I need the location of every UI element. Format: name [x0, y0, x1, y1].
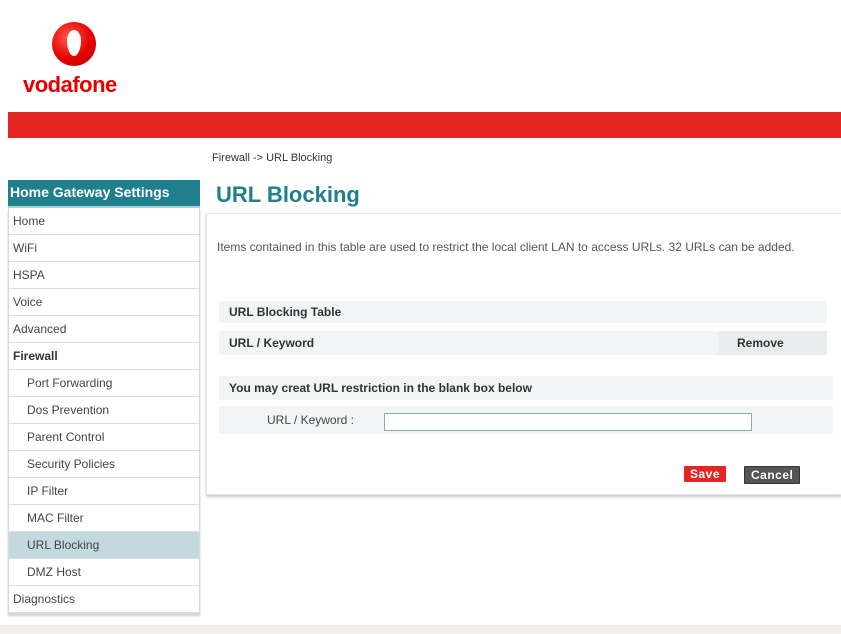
content-panel: Items contained in this table are used t… [206, 213, 841, 495]
sidebar-item-voice[interactable]: Voice [9, 289, 199, 316]
column-header-keyword: URL / Keyword [229, 336, 315, 350]
url-keyword-input[interactable] [384, 413, 752, 431]
url-keyword-label: URL / Keyword : [267, 413, 354, 427]
sidebar-item-advanced[interactable]: Advanced [9, 316, 199, 343]
column-header-remove: Remove [737, 336, 784, 350]
sidebar-item-mac-filter[interactable]: MAC Filter [9, 505, 199, 532]
sidebar-item-parent-control[interactable]: Parent Control [9, 424, 199, 451]
sidebar-item-diagnostics[interactable]: Diagnostics [9, 586, 199, 613]
logo-text: vodafone [23, 72, 117, 97]
sidebar-item-port-forwarding[interactable]: Port Forwarding [9, 370, 199, 397]
sidebar-item-url-blocking[interactable]: URL Blocking [9, 532, 199, 559]
sidebar-item-home[interactable]: Home [9, 208, 199, 235]
sidebar-header: Home Gateway Settings [8, 180, 200, 208]
header-bar [8, 112, 841, 138]
sidebar-item-dmz-host[interactable]: DMZ Host [9, 559, 199, 586]
sidebar-item-firewall[interactable]: Firewall [9, 343, 199, 370]
cancel-button[interactable]: Cancel [744, 466, 801, 484]
save-button[interactable]: Save [684, 466, 727, 482]
vodafone-logo: vodafone [23, 20, 163, 104]
sidebar-list: Home WiFi HSPA Voice Advanced Firewall P… [8, 208, 200, 614]
sidebar-item-security-policies[interactable]: Security Policies [9, 451, 199, 478]
sidebar-item-hspa[interactable]: HSPA [9, 262, 199, 289]
page-title: URL Blocking [216, 182, 360, 207]
table-title-row: URL Blocking Table [219, 301, 827, 323]
sidebar-item-dos-prevention[interactable]: Dos Prevention [9, 397, 199, 424]
form-heading: You may creat URL restriction in the bla… [229, 381, 532, 395]
sidebar-item-wifi[interactable]: WiFi [9, 235, 199, 262]
table-title: URL Blocking Table [229, 305, 342, 319]
table-header-row: URL / Keyword Remove [219, 331, 827, 355]
status-bar [0, 625, 841, 634]
breadcrumb: Firewall -> URL Blocking [212, 152, 333, 164]
sidebar-item-ip-filter[interactable]: IP Filter [9, 478, 199, 505]
sidebar: Home Gateway Settings Home WiFi HSPA Voi… [8, 180, 200, 614]
description-text: Items contained in this table are used t… [217, 240, 795, 254]
form-heading-row: You may creat URL restriction in the bla… [219, 376, 833, 400]
